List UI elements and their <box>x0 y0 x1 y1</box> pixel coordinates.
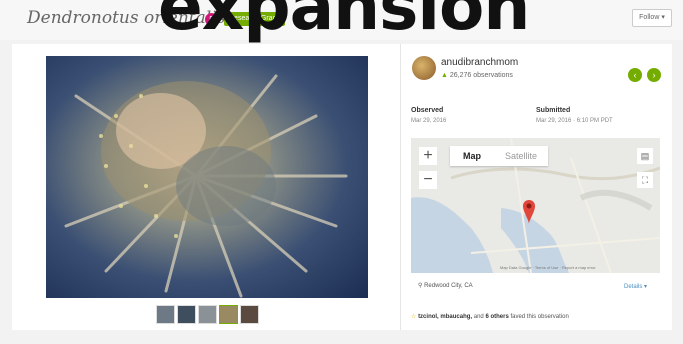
map-credit: Map Data Google · Terms of Use · Report … <box>500 265 596 270</box>
map-tab-satellite[interactable]: Satellite <box>494 146 548 166</box>
observed-date: Mar 29, 2016 <box>411 118 447 124</box>
zoom-out-button[interactable]: − <box>419 171 437 189</box>
leaf-icon: ▲ <box>441 72 448 79</box>
pin-icon: ⚲ <box>418 283 423 289</box>
thumbnail-1[interactable] <box>156 305 175 324</box>
thumbnail-2[interactable] <box>177 305 196 324</box>
avatar[interactable] <box>412 56 436 80</box>
map-type-toggle: Map Satellite <box>450 146 548 166</box>
follow-button[interactable]: Follow ▾ <box>632 9 672 27</box>
faves-others[interactable]: 6 others <box>485 314 508 320</box>
faves-line: ☆ tzcinol, mbaucahg, and 6 others faved … <box>411 313 569 320</box>
thumbnail-3[interactable] <box>198 305 217 324</box>
faves-and: and <box>472 314 486 320</box>
prev-observation-button[interactable]: ‹ <box>628 68 642 82</box>
faver-names[interactable]: tzcinol, mbaucahg, <box>418 314 472 320</box>
thumbnail-4[interactable] <box>219 305 238 324</box>
zoom-in-button[interactable]: + <box>419 147 437 165</box>
observation-count: ▲ 26,276 observations <box>441 72 513 79</box>
nudibranch-image <box>64 74 348 298</box>
thumbnail-5[interactable] <box>240 305 259 324</box>
submitted-date: Mar 29, 2016 · 6:10 PM PDT <box>536 118 613 124</box>
fullscreen-icon[interactable]: ⛶ <box>637 172 653 188</box>
submitted-label: Submitted <box>536 107 571 114</box>
layers-icon[interactable]: ▤ <box>637 148 653 164</box>
location-place: ⚲ Redwood City, CA <box>418 282 473 289</box>
observer-username[interactable]: anudibranchmom <box>441 57 518 68</box>
observed-label: Observed <box>411 107 444 114</box>
next-observation-button[interactable]: › <box>647 68 661 82</box>
observation-count-text: 26,276 observations <box>449 72 513 79</box>
details-link[interactable]: Details ▾ <box>624 283 647 290</box>
place-name: Redwood City, CA <box>424 283 473 289</box>
map-tab-map[interactable]: Map <box>450 146 494 166</box>
star-icon: ☆ <box>411 314 417 320</box>
overlay-word: expansion <box>158 0 530 45</box>
faves-suffix: faved this observation <box>508 314 569 320</box>
observation-photo[interactable]: ◁ ▷ <box>46 56 368 298</box>
